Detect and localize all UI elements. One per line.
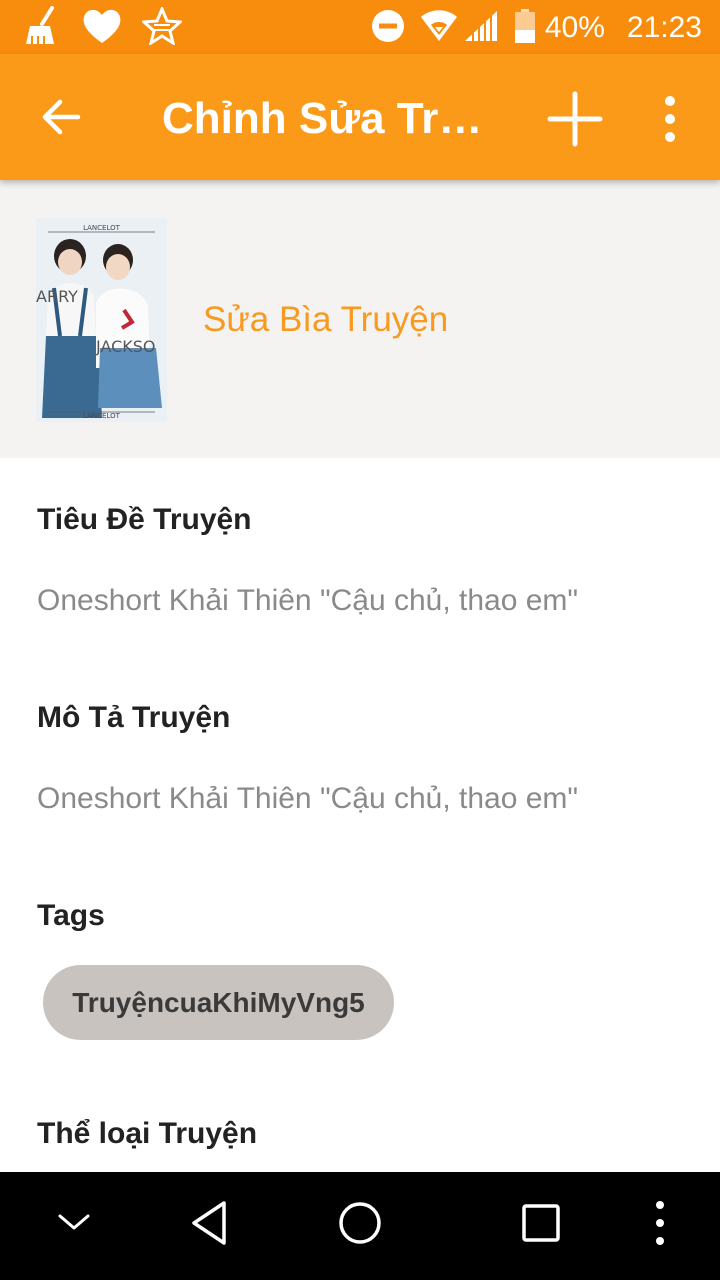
cover-section: LANCELOT ARRY JACKSO LANCELOT Sửa Bìa Tr… [0, 180, 720, 458]
cover-text-left: ARRY [36, 287, 78, 306]
recents-square-icon[interactable] [520, 1198, 564, 1253]
battery-icon [514, 8, 535, 48]
wifi-icon [419, 9, 459, 48]
edit-cover-button[interactable]: Sửa Bìa Truyện [203, 300, 448, 340]
cover-text-bottom: LANCELOT [83, 412, 121, 420]
back-arrow-icon[interactable] [38, 93, 86, 141]
chevron-down-icon[interactable] [56, 1210, 92, 1239]
nav-more-vert-icon[interactable] [648, 1198, 672, 1253]
cover-text-right: JACKSO [95, 337, 156, 356]
status-bar: 40% 21:23 [0, 0, 720, 54]
more-vert-icon[interactable] [656, 94, 684, 144]
battery-percent: 40% [544, 11, 605, 44]
dnd-icon [371, 9, 405, 48]
cover-image[interactable]: LANCELOT ARRY JACKSO LANCELOT [36, 218, 167, 422]
story-title-label: Tiêu Đề Truyện [37, 503, 252, 536]
back-triangle-icon[interactable] [188, 1198, 230, 1253]
app-bar: Chỉnh Sửa Truyện [0, 54, 720, 180]
star-badge-icon [140, 4, 184, 50]
heart-icon [82, 7, 122, 50]
system-nav-bar [0, 1172, 720, 1280]
tag-chip[interactable]: TruyệncuaKhiMyVng5 [43, 965, 394, 1040]
add-icon[interactable] [546, 90, 604, 148]
tags-label: Tags [37, 899, 105, 932]
story-description-field[interactable]: Oneshort Khải Thiên "Cậu chủ, thao em" [37, 782, 578, 816]
page-title: Chỉnh Sửa Truyện [162, 94, 502, 143]
signal-icon [463, 9, 499, 48]
story-title-field[interactable]: Oneshort Khải Thiên "Cậu chủ, thao em" [37, 584, 578, 618]
genre-label: Thể loại Truyện [37, 1117, 258, 1150]
story-description-label: Mô Tả Truyện [37, 701, 231, 734]
broom-icon [22, 5, 62, 51]
cover-text-top: LANCELOT [83, 224, 121, 232]
clock: 21:23 [626, 11, 702, 44]
home-circle-icon[interactable] [337, 1198, 383, 1253]
